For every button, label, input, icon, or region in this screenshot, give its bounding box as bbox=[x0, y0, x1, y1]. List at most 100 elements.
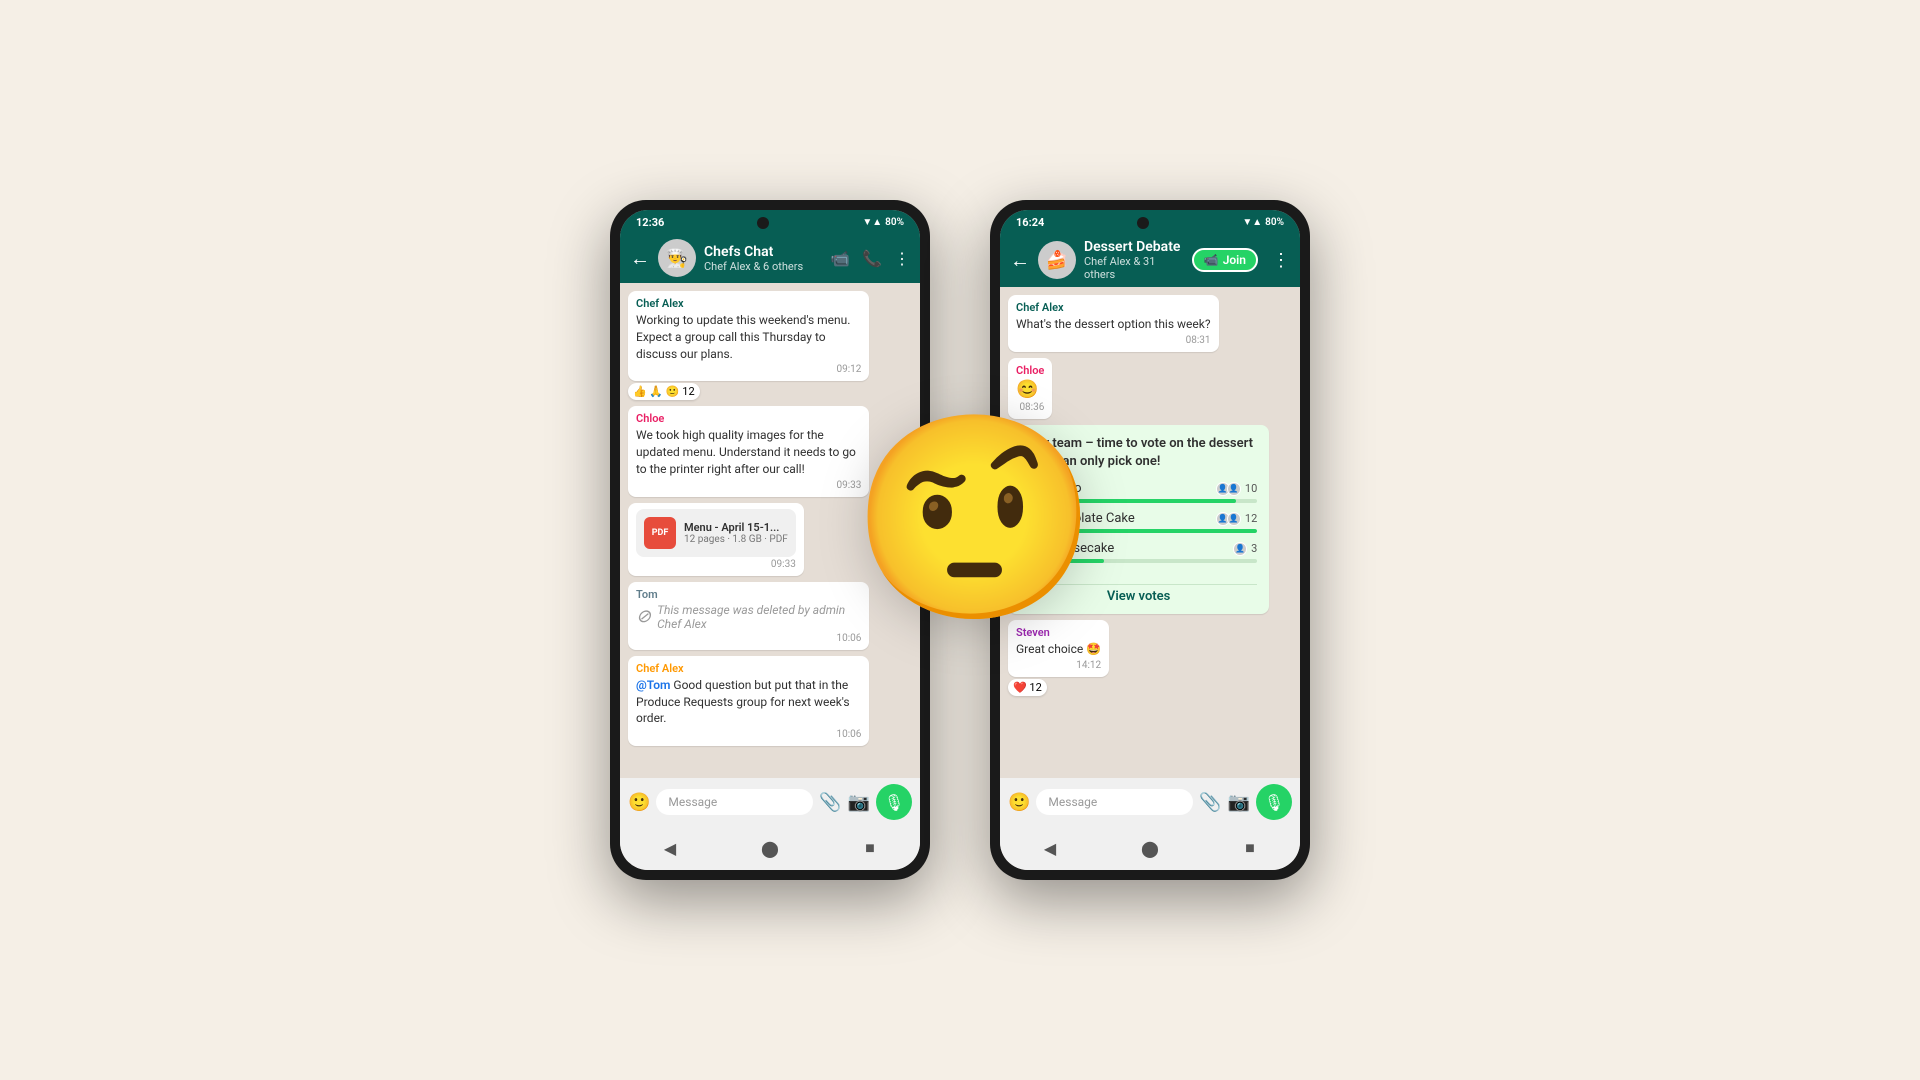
video-icon-left[interactable]: 📹 bbox=[830, 249, 850, 268]
emoji-icon-left[interactable]: 🙂 bbox=[628, 792, 650, 813]
msg-group-tom: Tom ⊘ This message was deleted by admin … bbox=[628, 582, 912, 650]
poll-radio-cheesecake[interactable] bbox=[1020, 544, 1036, 560]
avatar-emoji-right: 🍰 bbox=[1038, 241, 1076, 279]
mic-button-right[interactable]: 🎙 bbox=[1256, 784, 1292, 820]
phone-left: 12:36 ▼▲ 80% ← 👨‍🍳 Chefs Chat Chef Alex … bbox=[610, 200, 930, 880]
poll-option-content-cheesecake: Cheesecake 👤 3 bbox=[1044, 541, 1257, 563]
chat-body-right: Chef Alex What's the dessert option this… bbox=[1000, 287, 1300, 778]
recents-nav-right[interactable]: ■ bbox=[1236, 834, 1264, 862]
input-bar-left: 🙂 Message 📎 📷 🎙 bbox=[620, 778, 920, 826]
time-left: 12:36 bbox=[636, 216, 664, 229]
msg-group-chef-alex: Chef Alex Working to update this weekend… bbox=[628, 291, 912, 400]
reactions-chef-alex: 👍 🙏 🙂 12 bbox=[628, 383, 912, 400]
pdf-icon: PDF bbox=[644, 517, 676, 549]
header-icons-left: 📹 📞 ⋮ bbox=[830, 249, 910, 268]
status-icons-right: ▼▲ 80% bbox=[1242, 217, 1284, 228]
msg-group-chef-alex-r: Chef Alex What's the dessert option this… bbox=[1008, 295, 1292, 352]
sender-chloe-left: Chloe bbox=[636, 412, 861, 425]
back-button-left[interactable]: ← bbox=[630, 246, 650, 271]
poll-radio-gelato[interactable] bbox=[1020, 484, 1036, 500]
home-nav-left[interactable]: ⬤ bbox=[756, 834, 784, 862]
notch-left bbox=[757, 217, 769, 229]
chat-info-left[interactable]: Chefs Chat Chef Alex & 6 others bbox=[704, 244, 822, 273]
more-icon-left[interactable]: ⋮ bbox=[894, 249, 910, 268]
sender-chloe-r: Chloe bbox=[1016, 364, 1044, 377]
poll-radio-chocolate[interactable] bbox=[1020, 514, 1036, 530]
emoji-icon-right[interactable]: 🙂 bbox=[1008, 792, 1030, 813]
call-icon-left[interactable]: 📞 bbox=[862, 249, 882, 268]
status-bar-left: 12:36 ▼▲ 80% bbox=[620, 210, 920, 233]
chat-info-right[interactable]: Dessert Debate Chef Alex & 31 others bbox=[1084, 239, 1184, 281]
poll-avatar-2: 👤 bbox=[1227, 482, 1241, 496]
msg-group-chloe: Chloe We took high quality images for th… bbox=[628, 406, 912, 496]
back-nav-right[interactable]: ◀ bbox=[1036, 834, 1064, 862]
poll-footer: 09:16 ✓✓ bbox=[1020, 571, 1257, 584]
poll-bar-chocolate bbox=[1044, 529, 1257, 533]
poll-count-cheesecake: 3 bbox=[1251, 542, 1257, 555]
poll-label-chocolate: Chocolate Cake bbox=[1044, 511, 1135, 526]
poll-count-gelato: 10 bbox=[1245, 482, 1257, 495]
bottom-nav-right: ◀ ⬤ ■ bbox=[1000, 826, 1300, 870]
chat-name-right: Dessert Debate bbox=[1084, 239, 1184, 255]
msg-chef-alex-r: Chef Alex What's the dessert option this… bbox=[1008, 295, 1219, 352]
pdf-info: Menu - April 15-1... 12 pages · 1.8 GB ·… bbox=[684, 521, 788, 545]
back-button-right[interactable]: ← bbox=[1010, 248, 1030, 273]
chat-header-right: ← 🍰 Dessert Debate Chef Alex & 31 others… bbox=[1000, 233, 1300, 287]
poll-option-cheesecake[interactable]: Cheesecake 👤 3 bbox=[1020, 541, 1257, 563]
msg-time-chef-alex-1: 09:12 bbox=[636, 364, 861, 375]
status-bar-right: 16:24 ▼▲ 80% bbox=[1000, 210, 1300, 233]
reaction-thumbs: 👍 🙏 🙂 12 bbox=[628, 383, 700, 400]
home-nav-right[interactable]: ⬤ bbox=[1136, 834, 1164, 862]
recents-nav-left[interactable]: ■ bbox=[856, 834, 884, 862]
poll-avatar-4: 👤 bbox=[1227, 512, 1241, 526]
msg-steven: Steven Great choice 🤩 14:12 bbox=[1008, 620, 1109, 677]
phone-right: 16:24 ▼▲ 80% ← 🍰 Dessert Debate Chef Ale… bbox=[990, 200, 1310, 880]
avatar-emoji-left: 👨‍🍳 bbox=[658, 239, 696, 277]
pdf-name: Menu - April 15-1... bbox=[684, 521, 788, 534]
join-label: Join bbox=[1223, 253, 1246, 267]
msg-time-tom: 10:06 bbox=[636, 633, 861, 644]
poll-label-cheesecake: Cheesecake bbox=[1044, 541, 1114, 556]
poll-bubble: Okay team – time to vote on the dessert … bbox=[1008, 425, 1269, 614]
sender-steven: Steven bbox=[1016, 626, 1101, 639]
pdf-attachment[interactable]: PDF Menu - April 15-1... 12 pages · 1.8 … bbox=[636, 509, 796, 557]
chat-body-left: Chef Alex Working to update this weekend… bbox=[620, 283, 920, 778]
poll-count-chocolate: 12 bbox=[1245, 512, 1257, 525]
msg-time-steven: 14:12 bbox=[1016, 660, 1101, 671]
signal-right: ▼▲ bbox=[1242, 217, 1262, 228]
more-icon-right[interactable]: ⋮ bbox=[1272, 250, 1290, 271]
message-input-right[interactable]: Message bbox=[1036, 789, 1193, 815]
camera-icon-left[interactable]: 📷 bbox=[848, 792, 870, 813]
sender-chef-alex-r: Chef Alex bbox=[1016, 301, 1211, 314]
mic-button-left[interactable]: 🎙 bbox=[876, 784, 912, 820]
deleted-msg: ⊘ This message was deleted by admin Chef… bbox=[636, 603, 861, 631]
chloe-emoji-msg: 😊 bbox=[1016, 379, 1044, 400]
poll-avatars-chocolate: 👤 👤 bbox=[1219, 512, 1241, 526]
status-icons-left: ▼▲ 80% bbox=[862, 217, 904, 228]
deleted-text: This message was deleted by admin Chef A… bbox=[657, 603, 861, 631]
reaction-heart: ❤️ 12 bbox=[1008, 679, 1047, 696]
camera-icon-right[interactable]: 📷 bbox=[1228, 792, 1250, 813]
message-input-left[interactable]: Message bbox=[656, 789, 813, 815]
attach-icon-left[interactable]: 📎 bbox=[819, 792, 841, 813]
view-votes-button[interactable]: View votes bbox=[1020, 584, 1257, 604]
poll-label-gelato: Gelato bbox=[1044, 481, 1082, 496]
attach-icon-right[interactable]: 📎 bbox=[1199, 792, 1221, 813]
chloe-emoji-icon: 😊 bbox=[1016, 379, 1038, 400]
back-nav-left[interactable]: ◀ bbox=[656, 834, 684, 862]
chat-sub-right: Chef Alex & 31 others bbox=[1084, 255, 1184, 281]
poll-bar-container-chocolate bbox=[1044, 529, 1257, 533]
poll-option-content-chocolate: Chocolate Cake 👤 👤 12 bbox=[1044, 511, 1257, 533]
poll-option-gelato[interactable]: Gelato 👤 👤 10 bbox=[1020, 481, 1257, 503]
poll-meta-chocolate: 👤 👤 12 bbox=[1219, 512, 1257, 526]
join-button[interactable]: 📹 Join bbox=[1192, 248, 1258, 272]
poll-ticks: ✓✓ bbox=[1047, 573, 1064, 584]
msg-chloe-1: Chloe We took high quality images for th… bbox=[628, 406, 869, 496]
sender-chef-alex-2: Chef Alex bbox=[636, 662, 861, 675]
poll-bar-container-cheesecake bbox=[1044, 559, 1257, 563]
chat-name-left: Chefs Chat bbox=[704, 244, 822, 260]
msg-text-steven: Great choice 🤩 bbox=[1016, 641, 1101, 658]
poll-option-chocolate[interactable]: Chocolate Cake 👤 👤 12 bbox=[1020, 511, 1257, 533]
bottom-nav-left: ◀ ⬤ ■ bbox=[620, 826, 920, 870]
poll-bar-container-gelato bbox=[1044, 499, 1257, 503]
